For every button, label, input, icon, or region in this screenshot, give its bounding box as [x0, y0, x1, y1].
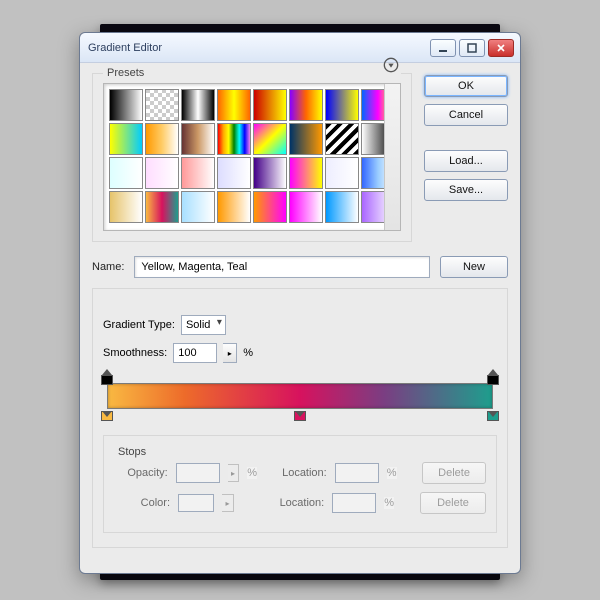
presets-legend: Presets — [107, 67, 144, 79]
presets-fieldset: Presets — [92, 73, 412, 242]
opacity-delete-button: Delete — [422, 462, 486, 484]
close-icon — [496, 43, 506, 53]
preset-swatch[interactable] — [109, 89, 143, 121]
stops-legend: Stops — [114, 446, 150, 458]
close-button[interactable] — [488, 39, 514, 57]
preset-swatch[interactable] — [361, 157, 395, 189]
preset-swatch[interactable] — [109, 191, 143, 223]
preset-swatch[interactable] — [289, 123, 323, 155]
window-title: Gradient Editor — [88, 42, 427, 54]
color-delete-button: Delete — [420, 492, 486, 514]
ok-button[interactable]: OK — [424, 75, 508, 97]
color-location-unit: % — [384, 497, 394, 509]
preset-swatch[interactable] — [253, 157, 287, 189]
load-button[interactable]: Load... — [424, 150, 508, 172]
titlebar[interactable]: Gradient Editor — [80, 33, 520, 63]
color-location-input — [332, 493, 376, 513]
preset-swatch[interactable] — [361, 191, 395, 223]
gradient-bar[interactable] — [103, 371, 497, 427]
presets-swatches[interactable] — [103, 83, 401, 231]
preset-swatch[interactable] — [361, 89, 395, 121]
preset-swatch[interactable] — [181, 157, 215, 189]
gradient-rail[interactable] — [107, 383, 493, 409]
new-button[interactable]: New — [440, 256, 508, 278]
preset-swatch[interactable] — [217, 191, 251, 223]
save-button[interactable]: Save... — [424, 179, 508, 201]
preset-swatch[interactable] — [325, 123, 359, 155]
preset-swatch[interactable] — [289, 157, 323, 189]
smoothness-input[interactable] — [173, 343, 217, 363]
preset-swatch[interactable] — [253, 89, 287, 121]
preset-swatch[interactable] — [145, 191, 179, 223]
color-spinner: ▸ — [222, 494, 234, 512]
minimize-button[interactable] — [430, 39, 456, 57]
preset-swatch[interactable] — [181, 123, 215, 155]
preset-swatch[interactable] — [145, 89, 179, 121]
smoothness-label: Smoothness: — [103, 347, 167, 359]
preset-swatch[interactable] — [109, 157, 143, 189]
opacity-stop-handle[interactable] — [101, 369, 113, 385]
opacity-input — [176, 463, 220, 483]
name-input[interactable] — [134, 256, 430, 278]
gradient-editor-dialog: Gradient Editor Presets — [79, 32, 521, 574]
preset-swatch[interactable] — [325, 191, 359, 223]
gradient-definition-fieldset: x Gradient Type: Solid Smoothness: ▸ % — [92, 288, 508, 548]
preset-swatch[interactable] — [181, 191, 215, 223]
preset-swatch[interactable] — [145, 157, 179, 189]
preset-swatch[interactable] — [253, 123, 287, 155]
color-stop-handle[interactable] — [487, 411, 499, 427]
minimize-icon — [438, 43, 448, 53]
presets-flyout-button[interactable] — [383, 57, 399, 73]
opacity-location-input — [335, 463, 379, 483]
opacity-location-label: Location: — [273, 467, 327, 479]
preset-swatch[interactable] — [217, 157, 251, 189]
maximize-icon — [467, 43, 477, 53]
preset-swatch[interactable] — [325, 157, 359, 189]
opacity-location-unit: % — [387, 467, 397, 479]
color-well — [178, 494, 214, 512]
preset-swatch[interactable] — [361, 123, 395, 155]
preset-swatch[interactable] — [109, 123, 143, 155]
dialog-side-buttons: OK Cancel Load... Save... — [424, 73, 508, 242]
smoothness-unit: % — [243, 347, 253, 359]
opacity-spinner: ▸ — [228, 464, 240, 482]
opacity-unit: % — [247, 467, 257, 479]
preset-swatch[interactable] — [325, 89, 359, 121]
preset-swatch[interactable] — [289, 89, 323, 121]
preset-swatch[interactable] — [289, 191, 323, 223]
color-stop-handle[interactable] — [294, 411, 306, 427]
cancel-button[interactable]: Cancel — [424, 104, 508, 126]
color-stop-handle[interactable] — [101, 411, 113, 427]
preset-swatch[interactable] — [217, 89, 251, 121]
name-label: Name: — [92, 261, 124, 273]
stops-fieldset: Stops Opacity: ▸ % Location: % Delete Co… — [103, 435, 497, 533]
preset-swatch[interactable] — [181, 89, 215, 121]
flyout-icon — [383, 57, 399, 73]
color-location-label: Location: — [268, 497, 324, 509]
gradient-type-label: Gradient Type: — [103, 319, 175, 331]
smoothness-spinner[interactable]: ▸ — [223, 343, 237, 363]
preset-swatch[interactable] — [253, 191, 287, 223]
preset-swatch[interactable] — [217, 123, 251, 155]
gradient-type-select[interactable]: Solid — [181, 315, 226, 335]
color-label: Color: — [114, 497, 170, 509]
maximize-button[interactable] — [459, 39, 485, 57]
opacity-label: Opacity: — [114, 467, 168, 479]
opacity-stop-handle[interactable] — [487, 369, 499, 385]
preset-swatch[interactable] — [145, 123, 179, 155]
